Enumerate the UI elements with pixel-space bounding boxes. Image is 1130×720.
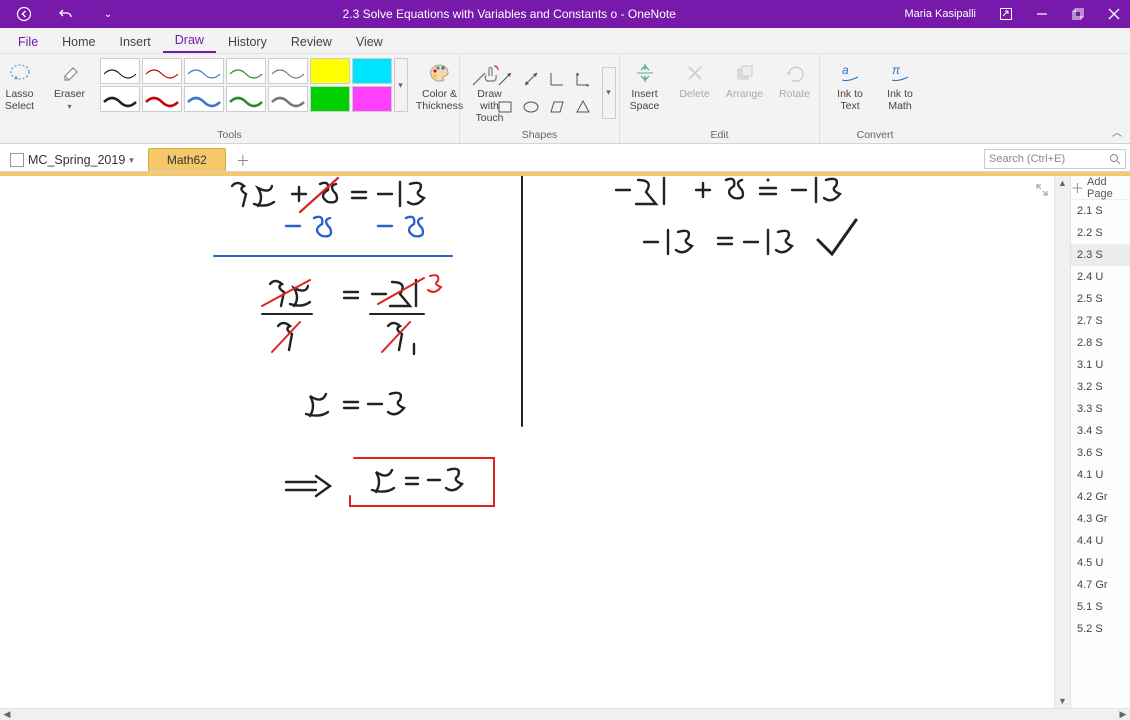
window-options-icon[interactable]: [990, 0, 1022, 28]
tab-file[interactable]: File: [6, 31, 50, 53]
rotate-button: Rotate: [771, 58, 819, 102]
undo-icon[interactable]: [50, 0, 82, 28]
vertical-scrollbar[interactable]: ▲ ▼: [1054, 176, 1070, 708]
page-item[interactable]: 3.2 S: [1071, 376, 1130, 398]
user-name[interactable]: Maria Kasipalli: [894, 8, 986, 20]
page-item[interactable]: 2.5 S: [1071, 288, 1130, 310]
group-label-shapes: Shapes: [522, 127, 558, 141]
horizontal-scrollbar[interactable]: ◀ ▶: [0, 708, 1130, 720]
ink-to-math-button[interactable]: π Ink to Math: [876, 58, 924, 114]
svg-text:a: a: [842, 63, 849, 77]
pen-gallery[interactable]: [100, 58, 308, 112]
window-title: 2.3 Solve Equations with Variables and C…: [124, 7, 894, 21]
plus-icon: ＋: [1071, 178, 1084, 197]
pen-gallery-more[interactable]: ▾: [394, 58, 408, 112]
notebook-icon: [10, 153, 24, 167]
add-section-button[interactable]: ＋: [232, 151, 254, 171]
ribbon-collapse-icon[interactable]: ︿: [1112, 124, 1122, 139]
shapes-gallery[interactable]: [464, 65, 598, 121]
tab-history[interactable]: History: [216, 31, 279, 53]
tab-review[interactable]: Review: [279, 31, 344, 53]
page-item[interactable]: 2.2 S: [1071, 222, 1130, 244]
scroll-right-icon[interactable]: ▶: [1116, 709, 1130, 720]
group-label-convert: Convert: [857, 127, 894, 141]
page-item[interactable]: 4.5 U: [1071, 552, 1130, 574]
page-item[interactable]: 4.2 Gr: [1071, 486, 1130, 508]
page-item[interactable]: 3.4 S: [1071, 420, 1130, 442]
page-item[interactable]: 2.8 S: [1071, 332, 1130, 354]
page-item[interactable]: 2.1 S: [1071, 200, 1130, 222]
close-icon[interactable]: [1098, 0, 1130, 28]
scroll-left-icon[interactable]: ◀: [0, 709, 14, 720]
tab-home[interactable]: Home: [50, 31, 107, 53]
notebook-name: MC_Spring_2019: [28, 153, 125, 167]
page-item[interactable]: 3.1 U: [1071, 354, 1130, 376]
page-item[interactable]: 3.6 S: [1071, 442, 1130, 464]
delete-icon: [681, 60, 709, 86]
eraser-button[interactable]: Eraser ▾: [46, 58, 94, 113]
page-item[interactable]: 3.3 S: [1071, 398, 1130, 420]
scroll-up-icon[interactable]: ▲: [1055, 176, 1070, 190]
group-label-tools: Tools: [217, 127, 242, 141]
quickaccess-more-icon[interactable]: ⌄: [92, 0, 124, 28]
page-item[interactable]: 5.2 S: [1071, 618, 1130, 640]
page-item[interactable]: 4.1 U: [1071, 464, 1130, 486]
search-input[interactable]: Search (Ctrl+E): [984, 149, 1126, 169]
page-item[interactable]: 4.7 Gr: [1071, 574, 1130, 596]
page-item[interactable]: 2.7 S: [1071, 310, 1130, 332]
lasso-select-button[interactable]: Lasso Select: [0, 58, 44, 114]
back-icon[interactable]: [8, 0, 40, 28]
add-page-button[interactable]: ＋ Add Page: [1071, 176, 1130, 200]
page-item[interactable]: 4.3 Gr: [1071, 508, 1130, 530]
tab-view[interactable]: View: [344, 31, 395, 53]
highlighter-gallery[interactable]: [310, 58, 392, 112]
group-label-edit: Edit: [710, 127, 728, 141]
delete-button: Delete: [671, 58, 719, 102]
page-item[interactable]: 5.1 S: [1071, 596, 1130, 618]
tab-insert[interactable]: Insert: [108, 31, 163, 53]
palette-icon: [426, 60, 454, 86]
minimize-icon[interactable]: [1026, 0, 1058, 28]
search-icon: [1109, 153, 1121, 165]
eraser-icon: [56, 60, 84, 86]
color-thickness-button[interactable]: Color & Thickness: [416, 58, 464, 114]
arrange-icon: [731, 60, 759, 86]
ink-to-text-icon: a: [836, 60, 864, 86]
note-canvas[interactable]: [0, 176, 1054, 708]
rotate-icon: [781, 60, 809, 86]
lasso-icon: [6, 60, 34, 86]
page-item[interactable]: 4.4 U: [1071, 530, 1130, 552]
add-page-label: Add Page: [1087, 176, 1130, 200]
insert-space-button[interactable]: Insert Space: [621, 58, 669, 114]
ink-layer: [0, 176, 1050, 706]
shapes-more[interactable]: ▾: [602, 67, 616, 119]
notebook-picker[interactable]: MC_Spring_2019 ▾: [0, 149, 144, 171]
maximize-icon[interactable]: [1062, 0, 1094, 28]
page-item[interactable]: 2.3 S: [1071, 244, 1130, 266]
section-tab[interactable]: Math62: [148, 148, 226, 171]
ink-to-math-icon: π: [886, 60, 914, 86]
insert-space-icon: [631, 60, 659, 86]
tab-draw[interactable]: Draw: [163, 29, 216, 53]
arrange-button: Arrange: [721, 58, 769, 102]
ink-to-text-button[interactable]: a Ink to Text: [826, 58, 874, 114]
svg-text:π: π: [892, 63, 901, 77]
search-placeholder: Search (Ctrl+E): [989, 153, 1065, 165]
page-item[interactable]: 2.4 U: [1071, 266, 1130, 288]
scroll-down-icon[interactable]: ▼: [1055, 694, 1070, 708]
